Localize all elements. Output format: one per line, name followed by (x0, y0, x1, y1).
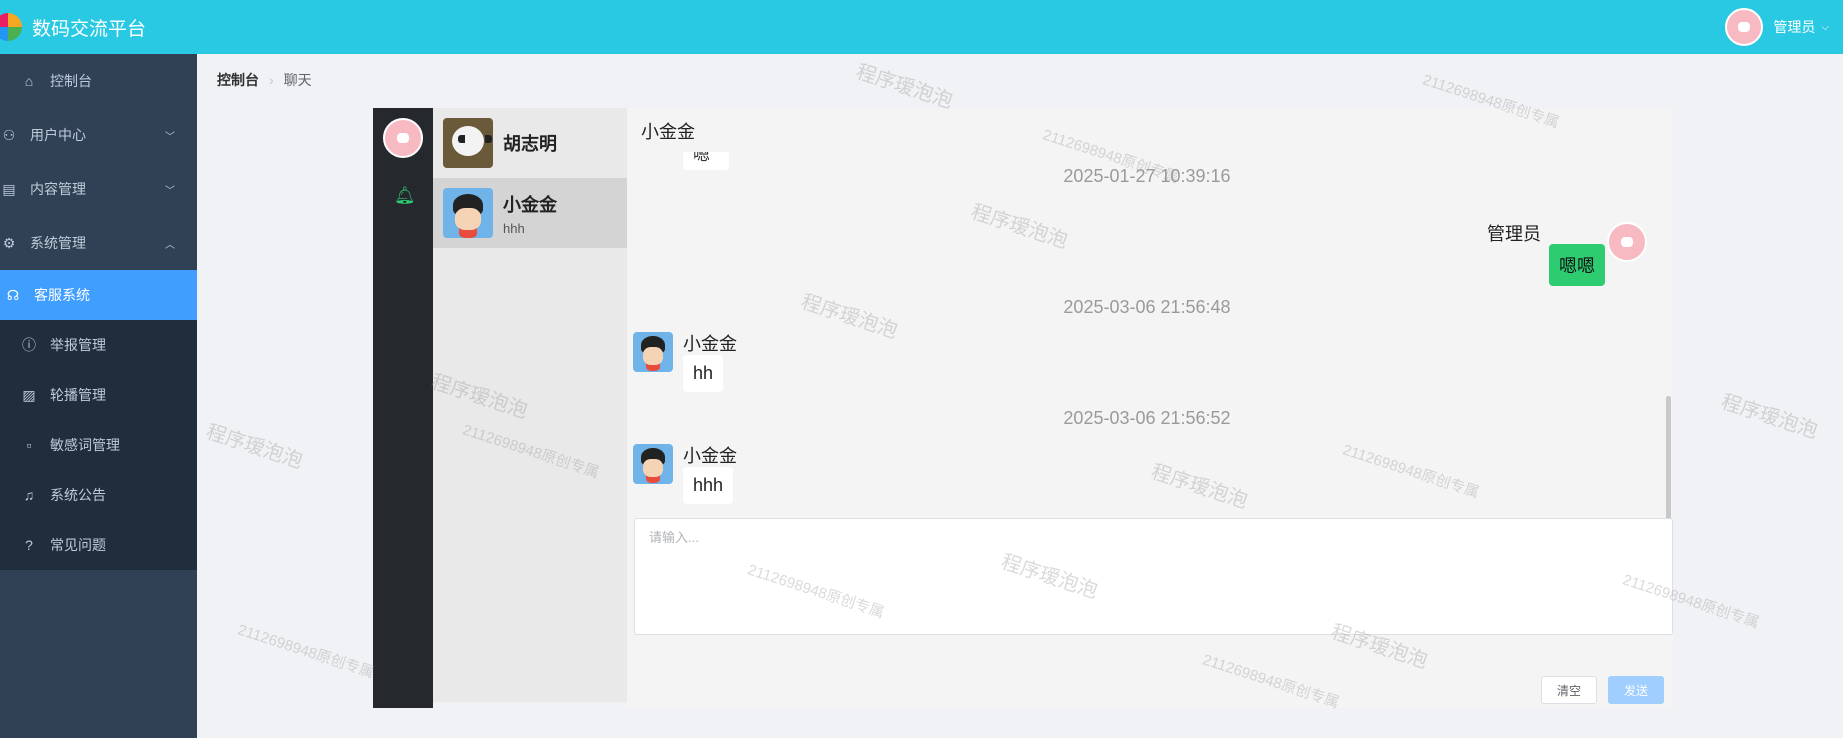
sidebar-item-label: 用户中心 (30, 127, 86, 143)
app-logo-icon (0, 13, 22, 41)
message-input[interactable] (634, 518, 1673, 635)
watermark: 程序瑷泡泡 (853, 60, 956, 113)
contact-avatar (443, 188, 493, 238)
watermark: 2112698948原创专属 (235, 621, 377, 682)
message-list[interactable]: 嗯好 2025-01-27 10:39:16 管理员 嗯嗯 2025-03-06… (627, 152, 1673, 552)
sidebar-item-label: 内容管理 (30, 181, 86, 197)
bell-icon: ♫ (23, 487, 35, 503)
breadcrumb-home[interactable]: 控制台 (217, 70, 259, 90)
watermark: 程序瑷泡泡 (203, 420, 306, 473)
sidebar-item-system[interactable]: ⚙ 系统管理 ︿ (0, 216, 197, 270)
chat-window: 🔔︎ 胡志明 小金金 hhh 小金金 嗯好 2025-01-27 10:39:1… (373, 108, 1673, 708)
brand[interactable]: 数码交流平台 (0, 0, 146, 54)
sidebar-item-announcements[interactable]: ♫ 系统公告 (0, 470, 197, 520)
chevron-down-icon: ﹀ (165, 185, 175, 197)
watermark: 程序瑷泡泡 (1718, 390, 1821, 443)
sidebar-item-label: 控制台 (50, 73, 92, 89)
gear-icon: ⚙ (2, 234, 16, 251)
message-timestamp: 2025-03-06 21:56:48 (1063, 297, 1231, 317)
dashboard-icon: ⌂ (24, 73, 34, 89)
message-sender: 管理员 (1487, 224, 1541, 244)
chat-panel: 小金金 嗯好 2025-01-27 10:39:16 管理员 嗯嗯 2025-0… (627, 108, 1673, 708)
sidebar: ⌂ 控制台 ⚇ 用户中心 ﹀ ▤ 内容管理 ﹀ ⚙ 系统管理 ︿ ☊ 客服系统 … (0, 54, 197, 738)
warning-icon: ⓘ (22, 337, 36, 353)
sidebar-item-sensitive-words[interactable]: ▫ 敏感词管理 (0, 420, 197, 470)
top-header: 数码交流平台 管理员 ⌵ (0, 0, 1843, 54)
send-button[interactable]: 发送 (1608, 676, 1664, 704)
sidebar-item-reports[interactable]: ⓘ 举报管理 (0, 320, 197, 370)
user-icon: ⚇ (2, 126, 16, 143)
breadcrumb-current: 聊天 (283, 72, 312, 88)
my-avatar[interactable] (383, 118, 423, 158)
sidebar-item-content[interactable]: ▤ 内容管理 ﹀ (0, 162, 197, 216)
user-menu[interactable]: 管理员 ⌵ (1725, 8, 1829, 46)
avatar[interactable] (1607, 222, 1647, 262)
chevron-up-icon: ︿ (165, 239, 175, 251)
user-name: 管理员 (1773, 19, 1816, 35)
sidebar-item-faq[interactable]: ? 常见问题 (0, 520, 197, 570)
document-icon: ▤ (2, 180, 16, 197)
contact-last-message: hhh (503, 220, 525, 236)
app-title: 数码交流平台 (32, 18, 147, 40)
image-icon: ▨ (22, 386, 36, 403)
chevron-down-icon: ⌵ (1821, 21, 1829, 33)
chat-title: 小金金 (641, 122, 695, 142)
contact-item[interactable]: 胡志明 (433, 108, 627, 178)
message-bubble: hh (683, 355, 724, 392)
contact-name: 胡志明 (503, 134, 557, 154)
avatar[interactable] (633, 332, 673, 372)
message-timestamp: 2025-01-27 10:39:16 (1063, 166, 1231, 186)
sidebar-item-label: 系统管理 (30, 235, 86, 251)
sidebar-item-label: 系统公告 (50, 487, 106, 503)
message-timestamp: 2025-03-06 21:56:52 (1063, 408, 1231, 428)
contact-avatar (443, 118, 493, 168)
clear-button[interactable]: 清空 (1541, 676, 1597, 704)
chevron-down-icon: ﹀ (165, 131, 175, 143)
message-bubble: 嗯嗯 (1549, 244, 1605, 286)
chat-rail: 🔔︎ (373, 108, 433, 708)
message-sender: 小金金 (683, 446, 737, 466)
sidebar-item-user-center[interactable]: ⚇ 用户中心 ﹀ (0, 108, 197, 162)
avatar[interactable] (633, 444, 673, 484)
file-icon: ▫ (26, 437, 32, 453)
sidebar-item-label: 敏感词管理 (50, 437, 120, 453)
bell-icon[interactable]: 🔔︎ (394, 186, 416, 206)
sidebar-item-label: 轮播管理 (50, 387, 106, 403)
chevron-right-icon: › (269, 72, 274, 88)
sidebar-item-label: 客服系统 (34, 287, 90, 303)
contact-name: 小金金 (503, 194, 557, 215)
headset-icon: ☊ (6, 286, 20, 303)
message-sender: 小金金 (683, 334, 737, 354)
message-bubble: hhh (683, 467, 734, 504)
sidebar-item-customer-service[interactable]: ☊ 客服系统 (0, 270, 197, 320)
sidebar-item-carousel[interactable]: ▨ 轮播管理 (0, 370, 197, 420)
sidebar-item-label: 常见问题 (50, 537, 106, 553)
sidebar-item-label: 举报管理 (50, 337, 106, 353)
question-icon: ? (25, 537, 33, 553)
breadcrumb: 控制台 › 聊天 (217, 70, 312, 90)
sidebar-item-dashboard[interactable]: ⌂ 控制台 (0, 54, 197, 108)
user-avatar[interactable] (1725, 8, 1764, 46)
contact-list: 胡志明 小金金 hhh (433, 108, 627, 702)
contact-item[interactable]: 小金金 hhh (433, 178, 627, 248)
